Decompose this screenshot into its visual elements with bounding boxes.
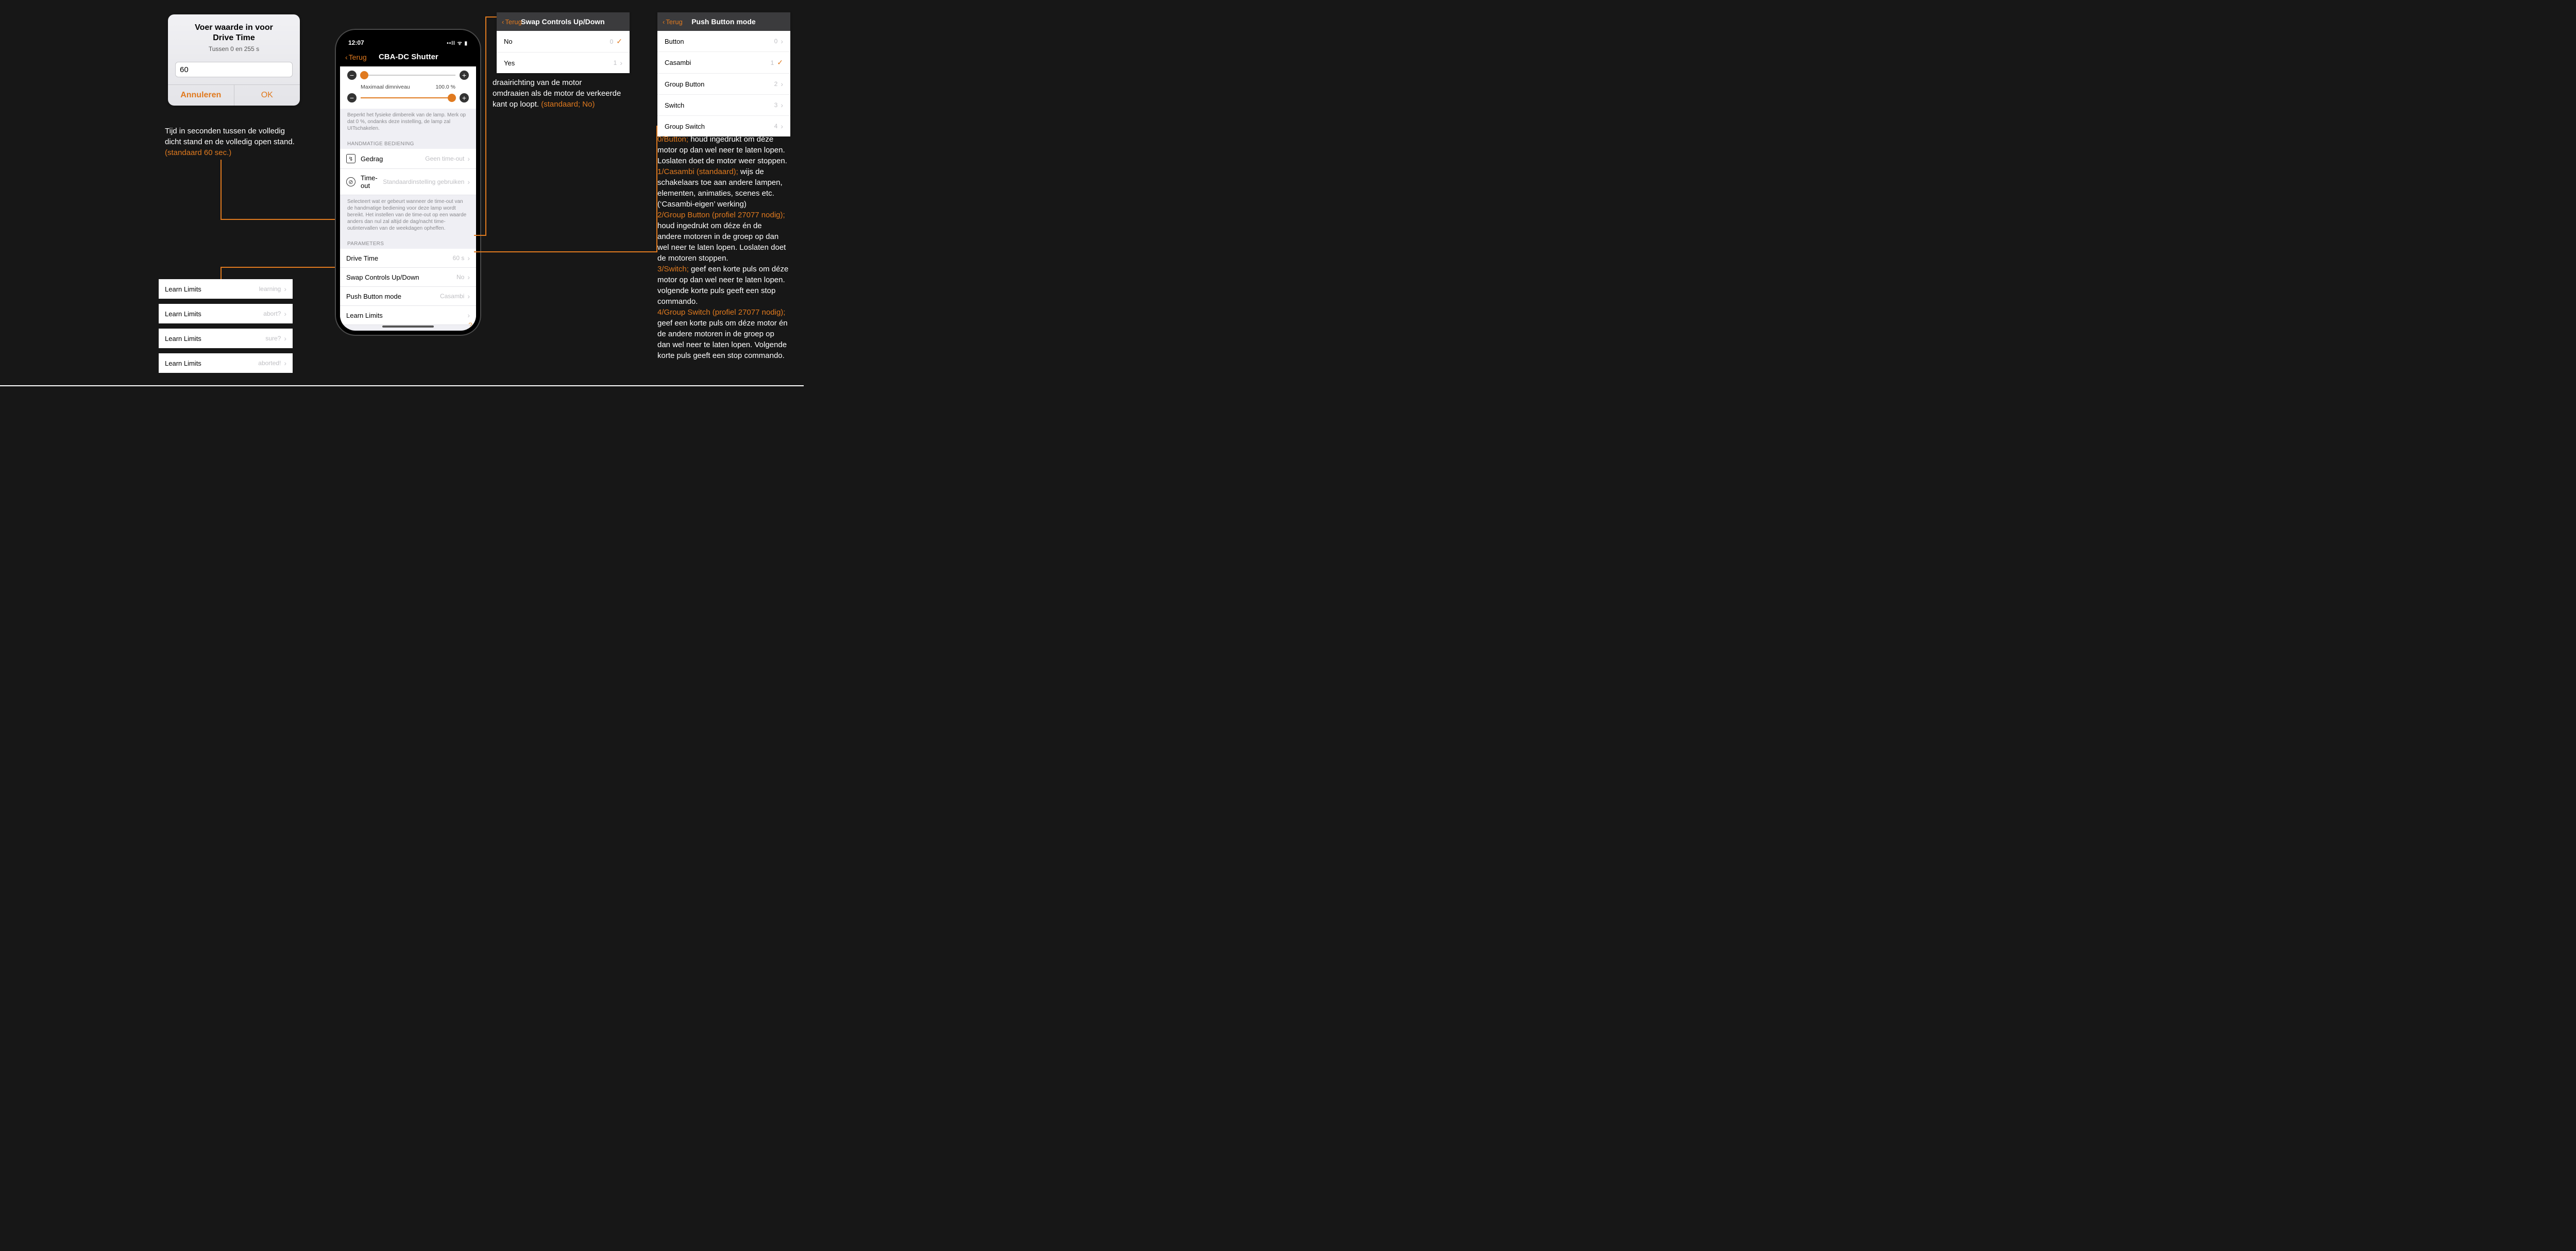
chevron-right-icon: › (781, 37, 783, 45)
push-option-switch[interactable]: Switch 3 › (657, 95, 790, 116)
panel-title: Swap Controls Up/Down (501, 18, 624, 26)
status-icons: ••ll ᯤ ▮ (447, 39, 468, 46)
section-header-params: PARAMETERS (340, 236, 476, 249)
divider (0, 385, 804, 386)
swap-option-yes[interactable]: Yes 1 › (497, 53, 630, 73)
chevron-right-icon: › (467, 311, 470, 319)
drive-time-input[interactable] (175, 62, 293, 77)
chevron-right-icon: › (467, 254, 470, 262)
learn-limits-row[interactable]: Learn Limits abort? › (159, 304, 293, 323)
caption-swap: draairichting van de motor omdraaien als… (493, 77, 642, 110)
manual-description: Selecteert wat er gebeurt wanneer de tim… (340, 195, 476, 236)
connector-line (485, 16, 497, 18)
notch (377, 34, 439, 46)
drive-time-alert: Voer waarde in voor Drive Time Tussen 0 … (168, 14, 300, 106)
row-swap-controls[interactable]: Swap Controls Up/Down No › (340, 268, 476, 287)
min-dim-slider[interactable] (361, 75, 455, 76)
connector-line (474, 251, 657, 252)
page-title: CBA-DC Shutter (346, 53, 471, 61)
learn-limits-row[interactable]: Learn Limits aborted! › (159, 353, 293, 373)
nav-bar: ‹ Terug CBA-DC Shutter (340, 49, 476, 66)
minus-button[interactable]: − (347, 71, 357, 80)
caption-push: 0/Button; houd ingedrukt om déze motor o… (657, 134, 798, 361)
chevron-right-icon: › (284, 359, 286, 367)
max-dim-slider[interactable] (361, 97, 455, 98)
learn-limits-states: Learn Limits learning › Learn Limits abo… (159, 279, 293, 378)
minus-button[interactable]: − (347, 93, 357, 102)
chevron-right-icon: › (781, 122, 783, 130)
row-push-button-mode[interactable]: Push Button mode Casambi › (340, 287, 476, 306)
row-drive-time[interactable]: Drive Time 60 s › (340, 249, 476, 268)
chevron-right-icon: › (284, 310, 286, 318)
push-option-group-button[interactable]: Group Button 2 › (657, 74, 790, 95)
home-indicator (382, 325, 434, 328)
status-time: 12:07 (348, 39, 364, 46)
learn-limits-row[interactable]: Learn Limits learning › (159, 279, 293, 299)
connector-line (221, 160, 222, 220)
swap-panel: ‹ Terug Swap Controls Up/Down No 0 ✓ Yes… (497, 12, 630, 73)
panel-title: Push Button mode (662, 18, 785, 26)
check-icon: ✓ (777, 58, 783, 67)
phone-mock: 12:07 ••ll ᯤ ▮ ‹ Terug CBA-DC Shutter − … (335, 29, 481, 336)
chevron-right-icon: › (467, 155, 470, 163)
section-header-manual: HANDMATIGE BEDIENING (340, 136, 476, 149)
caption-drivetime: Tijd in seconden tussen de volledig dich… (165, 126, 309, 158)
alert-title: Voer waarde in voor Drive Time (175, 23, 293, 43)
row-learn-limits[interactable]: Learn Limits › (340, 306, 476, 325)
connector-line (485, 16, 486, 236)
chevron-right-icon: › (781, 101, 783, 109)
plus-button[interactable]: + (460, 71, 469, 80)
learn-limits-row[interactable]: Learn Limits sure? › (159, 329, 293, 348)
dim-description: Beperkt het fysieke dimbereik van de lam… (340, 109, 476, 136)
chevron-right-icon: › (620, 59, 622, 67)
row-gedrag[interactable]: ↯ Gedrag Geen time-out › (340, 149, 476, 169)
push-option-button[interactable]: Button 0 › (657, 31, 790, 52)
dim-value: 100.0 % (435, 84, 455, 90)
swap-option-no[interactable]: No 0 ✓ (497, 31, 630, 53)
alert-subtitle: Tussen 0 en 255 s (175, 45, 293, 53)
push-panel: ‹ Terug Push Button mode Button 0 › Casa… (657, 12, 790, 136)
timeout-icon: ⊘ (346, 177, 355, 186)
chevron-right-icon: › (467, 178, 470, 186)
ok-button[interactable]: OK (234, 85, 300, 106)
row-timeout[interactable]: ⊘ Time-out Standaardinstelling gebruiken… (340, 169, 476, 195)
connector-line (474, 235, 486, 236)
connector-line (221, 219, 342, 220)
chevron-right-icon: › (467, 273, 470, 281)
push-option-group-switch[interactable]: Group Switch 4 › (657, 116, 790, 136)
plus-button[interactable]: + (460, 93, 469, 102)
push-option-casambi[interactable]: Casambi 1 ✓ (657, 52, 790, 74)
chevron-right-icon: › (284, 285, 286, 293)
dim-label: Maximaal dimniveau (361, 84, 410, 90)
chevron-right-icon: › (781, 80, 783, 88)
chevron-right-icon: › (467, 292, 470, 300)
behavior-icon: ↯ (346, 154, 355, 163)
chevron-right-icon: › (284, 334, 286, 342)
help-icon[interactable]: ? (466, 320, 475, 330)
connector-line (221, 267, 342, 268)
check-icon: ✓ (616, 37, 622, 46)
cancel-button[interactable]: Annuleren (168, 85, 234, 106)
